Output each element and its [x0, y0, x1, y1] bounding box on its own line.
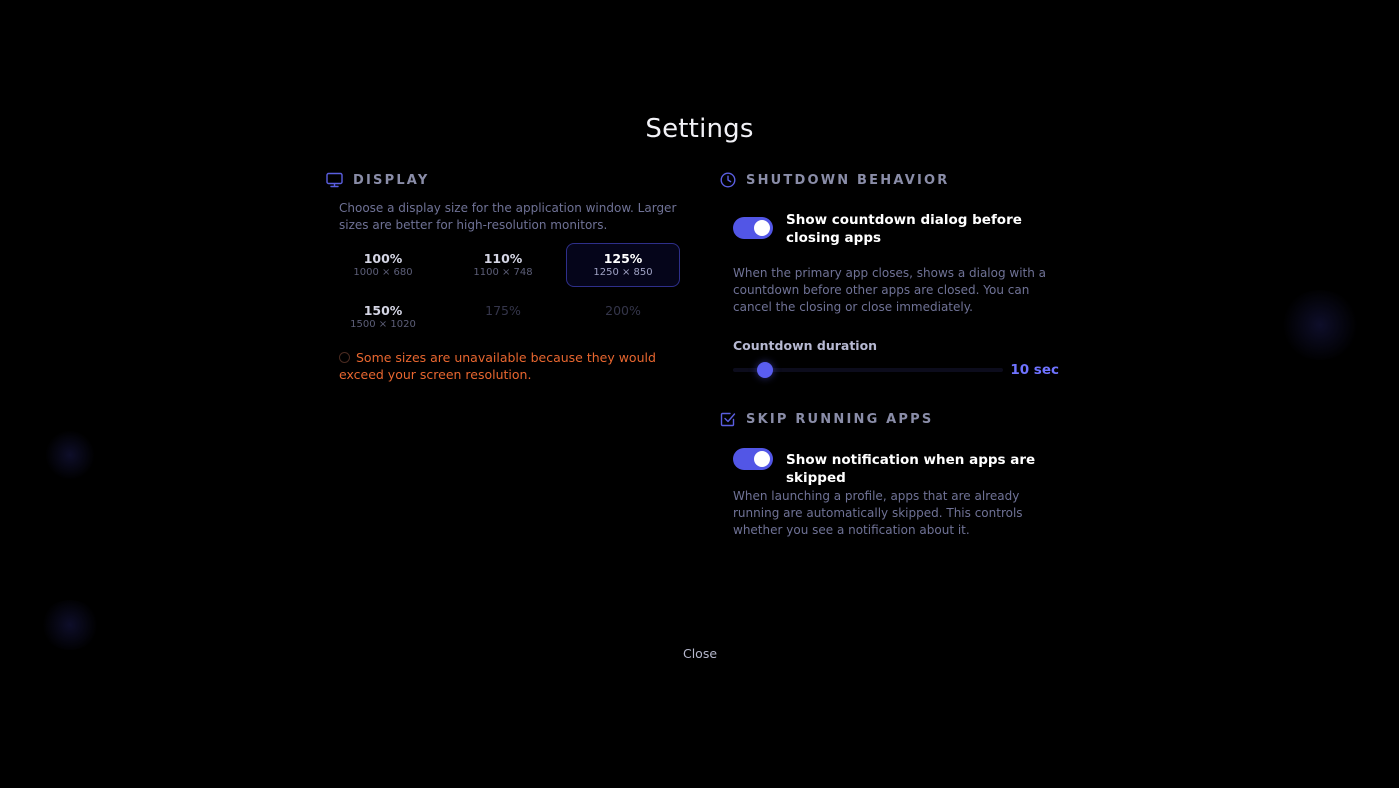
page-title: Settings: [645, 114, 754, 144]
size-option-200: 200%: [566, 296, 680, 338]
size-option-percent: 150%: [363, 303, 403, 318]
toggle-knob: [754, 451, 770, 467]
display-section-label: DISPLAY: [353, 172, 430, 188]
size-option-110[interactable]: 110% 1100 × 748: [447, 244, 559, 286]
display-description: Choose a display size for the applicatio…: [339, 201, 677, 232]
size-option-dimensions: 1100 × 748: [473, 267, 533, 278]
size-option-dimensions: 1250 × 850: [593, 267, 653, 278]
countdown-duration-value: 10 sec: [1010, 362, 1059, 378]
countdown-dialog-toggle-label: Show countdown dialog before closing app…: [786, 212, 1022, 246]
skip-notification-toggle-label: Show notification when apps are skipped: [786, 452, 1036, 486]
countdown-dialog-toggle[interactable]: [733, 217, 773, 239]
countdown-duration-label: Countdown duration: [733, 338, 878, 353]
monitor-icon: [326, 172, 343, 188]
checkbox-icon: [720, 411, 736, 427]
countdown-duration-slider[interactable]: [733, 368, 1003, 372]
size-option-percent: 125%: [603, 251, 643, 266]
size-option-125[interactable]: 125% 1250 × 850: [566, 243, 680, 287]
background-glow: [45, 430, 95, 480]
shutdown-section-label: SHUTDOWN BEHAVIOR: [746, 172, 950, 188]
toggle-knob: [754, 220, 770, 236]
skip-section-label: SKIP RUNNING APPS: [746, 411, 934, 427]
settings-screen: Settings DISPLAY Choose a display size f…: [0, 0, 1399, 788]
skip-description: When launching a profile, apps that are …: [733, 489, 1023, 537]
size-option-percent: 200%: [605, 303, 641, 318]
resolution-warning: Some sizes are unavailable because they …: [339, 349, 659, 383]
shutdown-description: When the primary app closes, shows a dia…: [733, 266, 1047, 314]
size-option-percent: 175%: [485, 303, 521, 318]
skip-notification-toggle[interactable]: [733, 448, 773, 470]
size-option-dimensions: 1000 × 680: [353, 267, 413, 278]
close-button[interactable]: Close: [660, 642, 740, 664]
info-icon: [339, 352, 350, 363]
size-option-percent: 100%: [363, 251, 403, 266]
skip-section-header: SKIP RUNNING APPS: [720, 409, 933, 429]
size-option-100[interactable]: 100% 1000 × 680: [327, 244, 439, 286]
size-option-dimensions: 1500 × 1020: [350, 319, 416, 330]
countdown-slider-thumb[interactable]: [757, 362, 774, 378]
size-option-150[interactable]: 150% 1500 × 1020: [327, 296, 439, 338]
background-glow: [40, 600, 100, 650]
resolution-warning-text: Some sizes are unavailable because they …: [339, 350, 656, 382]
size-option-175: 175%: [447, 296, 559, 338]
background-glow: [1280, 290, 1360, 360]
display-section-header: DISPLAY: [326, 170, 429, 190]
clock-icon: [720, 172, 736, 188]
shutdown-section-header: SHUTDOWN BEHAVIOR: [720, 170, 949, 190]
size-option-percent: 110%: [483, 251, 523, 266]
